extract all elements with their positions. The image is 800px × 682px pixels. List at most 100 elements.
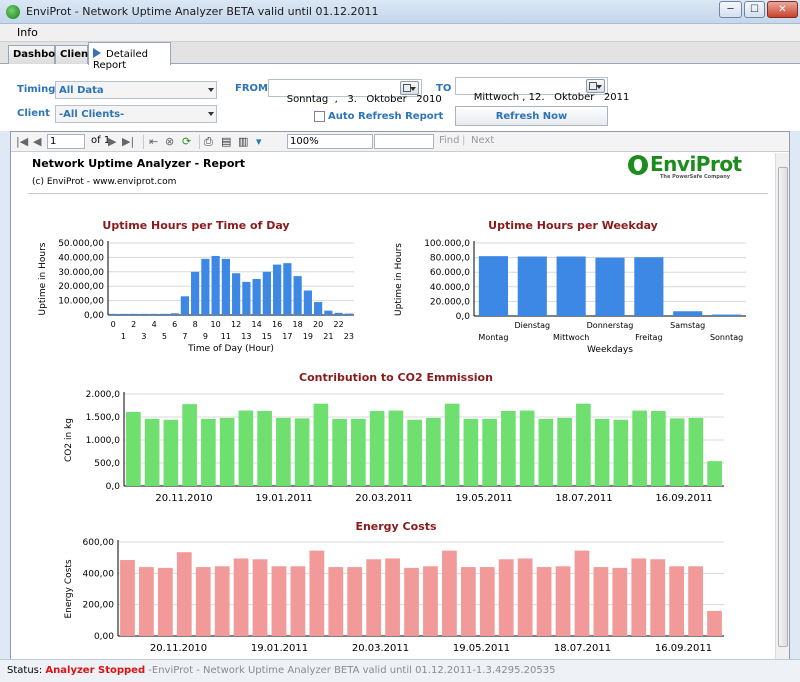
weekday-xtick-label: Donnerstag [587, 321, 634, 330]
to-calendar-button[interactable] [586, 79, 605, 93]
energy-bar [442, 550, 457, 636]
report-toolbar: |◀ ◀ 1 of 1 ▶ ▶| ⇤ ⊗ ⟳ ⎙ ▤ ▥ ▾ 100% Find… [11, 132, 789, 152]
title-bar: EnviProt - Network Uptime Analyzer BETA … [0, 0, 800, 24]
energy-ytick-label: 400,00 [83, 569, 115, 579]
tab-dashboard[interactable]: Dashboard [8, 45, 74, 64]
time_of_day-ytick-label: 20.000,00 [58, 282, 104, 292]
prev-page-icon[interactable]: ◀ [33, 135, 41, 148]
next-link[interactable]: Next [471, 135, 494, 146]
time_of_day-bar [160, 313, 169, 315]
print-icon[interactable]: ⎙ [204, 135, 213, 149]
weekday-bar [673, 311, 703, 316]
weekday-bar [478, 256, 508, 316]
energy-bar [139, 567, 154, 636]
status-text: -EnviProt - Network Uptime Analyzer BETA… [148, 665, 556, 676]
maximize-button[interactable]: ☐ [744, 1, 765, 18]
next-page-icon[interactable]: ▶ [108, 135, 116, 148]
toolbar-separator [143, 135, 144, 149]
first-page-icon[interactable]: |◀ [16, 135, 28, 148]
energy-bar [347, 567, 363, 636]
back-icon[interactable]: ⇤ [149, 135, 158, 148]
weekday-xtick-label: Mittwoch [553, 333, 589, 342]
toolbar-separator [199, 135, 200, 149]
report-page: Network Uptime Analyzer - Report (c) Env… [11, 153, 775, 659]
toolbar-separator-text: | [462, 135, 466, 146]
time_of_day-bar [303, 290, 312, 315]
export-icon[interactable]: ▾ [256, 135, 262, 148]
energy-bar [309, 550, 325, 636]
energy-bar [593, 567, 609, 636]
time_of_day-ytick-label: 30.000,00 [58, 268, 104, 278]
co2-xtick-label: 20.11.2010 [155, 493, 212, 504]
page-setup-icon[interactable]: ▥ [238, 135, 248, 148]
time_of_day-bar [283, 263, 292, 315]
close-button[interactable]: ✕ [767, 1, 798, 18]
time_of_day-bar [109, 313, 118, 315]
co2-bar [332, 418, 347, 486]
co2-bar [126, 411, 141, 486]
energy-ytick-label: 200,00 [83, 601, 115, 611]
tab-strip: Dashboard Clients Detailed Report [0, 42, 800, 71]
energy-ytick-label: 0,00 [94, 632, 114, 642]
tab-clients[interactable]: Clients [55, 45, 99, 64]
energy-bar [536, 567, 552, 636]
to-date-picker[interactable]: Mittwoch , 12. Oktober 2011 [455, 77, 629, 103]
client-select[interactable]: -All Clients- [55, 105, 217, 123]
co2-bar [444, 403, 460, 486]
time_of_day-xtick-label: 7 [182, 332, 187, 341]
co2-bar [182, 404, 197, 486]
tab-detailed-report[interactable]: Detailed Report [88, 42, 171, 71]
co2-bar [594, 418, 610, 486]
co2-xtick-label: 16.09.2011 [655, 493, 712, 504]
vertical-scrollbar[interactable] [775, 153, 789, 659]
time_of_day-bar [139, 313, 148, 315]
auto-refresh-label: Auto Refresh Report [328, 111, 444, 122]
report-viewer: |◀ ◀ 1 of 1 ▶ ▶| ⇤ ⊗ ⟳ ⎙ ▤ ▥ ▾ 100% Find… [10, 131, 790, 659]
weekday-bar [595, 257, 625, 316]
to-date-value: Mittwoch , 12. Oktober 2011 [473, 92, 630, 103]
refresh-icon[interactable]: ⟳ [182, 135, 191, 148]
stop-icon[interactable]: ⊗ [165, 135, 174, 148]
co2-bar [707, 461, 722, 486]
energy-bar [574, 550, 590, 636]
app-icon [6, 5, 20, 19]
energy-xtick-label: 20.03.2011 [352, 643, 409, 654]
weekday-y-axis-label: Uptime in Hours [394, 243, 404, 316]
energy-xtick-label: 16.09.2011 [655, 643, 712, 654]
time_of_day-xtick-label: 0 [111, 320, 116, 329]
time_of_day-xtick-label: 10 [211, 320, 221, 329]
zoom-select[interactable]: 100% [287, 134, 373, 149]
last-page-icon[interactable]: ▶| [122, 135, 134, 148]
page-number-input[interactable]: 1 [47, 134, 85, 149]
time_of_day-bar [150, 313, 159, 315]
page-layout-icon[interactable]: ▤ [221, 135, 231, 148]
energy-xtick-label: 19.01.2011 [251, 643, 308, 654]
from-calendar-button[interactable] [400, 81, 419, 95]
energy-bar [404, 567, 419, 636]
weekday-bar [556, 256, 586, 316]
co2-bar [426, 417, 441, 486]
time_of_day-xtick-label: 2 [131, 320, 136, 329]
co2-bar [257, 411, 272, 486]
menu-info[interactable]: Info [17, 26, 38, 39]
from-date-picker[interactable]: Sonntag , 3. Oktober 2010 [268, 79, 442, 105]
co2-bar [369, 411, 385, 486]
energy-bar [328, 567, 344, 636]
weekday-xtick-label: Freitag [635, 333, 662, 342]
co2-ytick-label: 2.000,0 [86, 390, 121, 400]
energy-y-axis-label: Energy Costs [64, 559, 74, 618]
timing-select[interactable]: All Data [55, 81, 217, 99]
co2-ytick-label: 1.000,0 [86, 436, 121, 446]
timing-value: All Data [59, 85, 104, 96]
co2-bar [669, 418, 685, 486]
find-input[interactable] [374, 134, 434, 149]
auto-refresh-checkbox[interactable] [314, 111, 325, 122]
find-link[interactable]: Find [439, 135, 460, 146]
refresh-now-button[interactable]: Refresh Now [455, 106, 608, 126]
scrollbar-thumb[interactable] [778, 167, 788, 647]
chevron-down-icon [208, 88, 214, 92]
time_of_day-bar [324, 310, 333, 315]
play-icon [93, 48, 101, 58]
time_of_day-xtick-label: 9 [203, 332, 208, 341]
minimize-button[interactable]: ─ [719, 1, 742, 18]
